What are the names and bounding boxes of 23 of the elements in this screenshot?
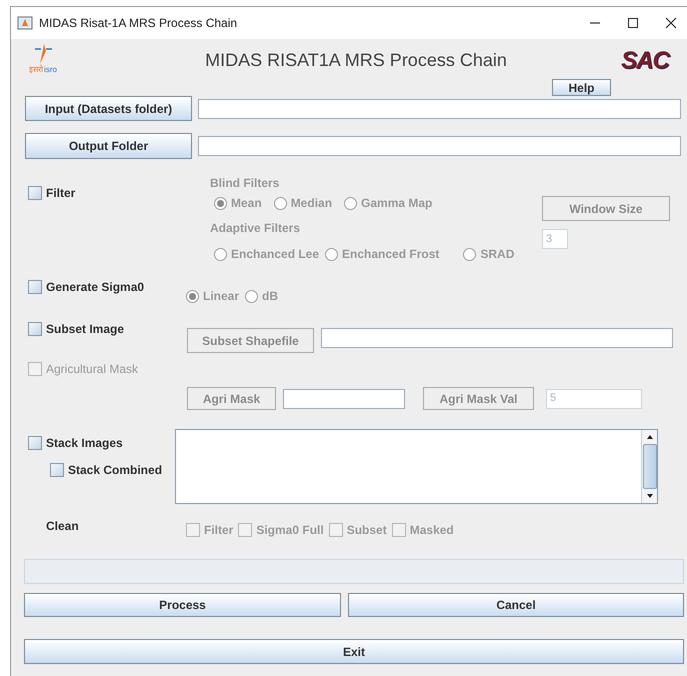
input-path-field[interactable] xyxy=(198,98,681,118)
output-folder-button[interactable]: Output Folder xyxy=(25,133,192,159)
exit-button[interactable]: Exit xyxy=(24,639,684,664)
logo: इसरोisro xyxy=(23,39,63,91)
help-button[interactable]: Help xyxy=(552,79,611,96)
app-title: MIDAS RISAT1A MRS Process Chain xyxy=(205,49,507,72)
input-folder-button[interactable]: Input (Datasets folder) xyxy=(25,96,192,121)
section-label: Adaptive Filters xyxy=(210,220,302,237)
logo: SAC xyxy=(620,46,671,76)
clean-label: Clean xyxy=(46,518,80,535)
agri-mask-field[interactable] xyxy=(283,388,405,408)
cancel-button[interactable]: Cancel xyxy=(348,593,684,617)
checkbox[interactable]: Stack Combined xyxy=(50,461,175,479)
subset-shapefile-field[interactable] xyxy=(321,328,673,348)
maximize-icon[interactable] xyxy=(627,17,639,29)
scrollbar[interactable] xyxy=(641,430,657,503)
output-path-field[interactable] xyxy=(198,136,681,156)
close-icon[interactable] xyxy=(665,17,677,29)
checkbox[interactable]: Stack Images xyxy=(28,434,175,452)
section-label: Blind Filters xyxy=(210,175,280,192)
app-icon xyxy=(17,15,33,31)
process-button[interactable]: Process xyxy=(24,593,341,617)
window-title: MIDAS Risat-1A MRS Process Chain xyxy=(39,15,238,32)
